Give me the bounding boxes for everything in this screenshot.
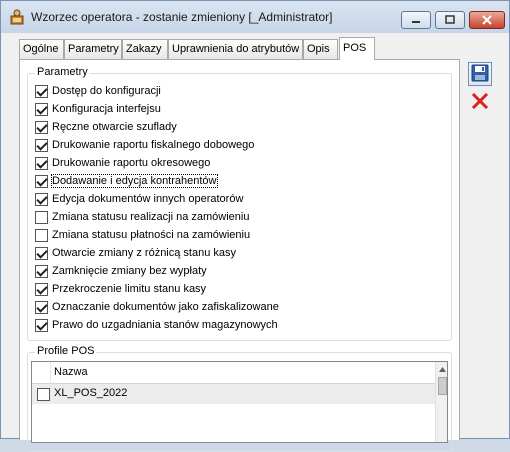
- profile-name: XL_POS_2022: [54, 387, 128, 399]
- checkbox[interactable]: [35, 174, 48, 188]
- checkbox[interactable]: [35, 282, 48, 296]
- checkbox-label: Dodawanie i edycja kontrahentów: [51, 174, 218, 188]
- param-konfiguracja-interfejsu[interactable]: Konfiguracja interfejsu: [35, 101, 161, 117]
- checkbox[interactable]: [35, 102, 48, 116]
- window-title: Wzorzec operatora - zostanie zmieniony […: [31, 10, 333, 24]
- parametry-group-title: Parametry: [35, 66, 90, 78]
- checkbox-label: Zmiana statusu płatności na zamówieniu: [52, 229, 251, 241]
- profile-pos-group-title: Profile POS: [35, 345, 97, 357]
- param-otwarcie-zmiany[interactable]: Otwarcie zmiany z różnicą stanu kasy: [35, 245, 236, 261]
- checkbox-label: Zmiana statusu realizacji na zamówieniu: [52, 211, 250, 223]
- checkbox-label: Edycja dokumentów innych operatorów: [52, 193, 244, 205]
- checkbox[interactable]: [35, 138, 48, 152]
- checkbox-label: Otwarcie zmiany z różnicą stanu kasy: [52, 247, 237, 259]
- param-zamkniecie-zmiany[interactable]: Zamknięcie zmiany bez wypłaty: [35, 263, 207, 279]
- minimize-icon: [402, 12, 430, 28]
- checkbox[interactable]: [35, 120, 48, 134]
- param-raport-okresowy[interactable]: Drukowanie raportu okresowego: [35, 155, 210, 171]
- list-header: Nazwa: [32, 362, 435, 384]
- tab-uprawnienia[interactable]: Uprawnienia do atrybutów: [168, 39, 303, 59]
- cancel-button[interactable]: [468, 90, 492, 114]
- param-edycja-dokumentow[interactable]: Edycja dokumentów innych operatorów: [35, 191, 243, 207]
- checkbox[interactable]: [35, 156, 48, 170]
- checkbox[interactable]: [35, 228, 48, 242]
- cancel-x-icon: [471, 92, 489, 113]
- checkbox[interactable]: [35, 84, 48, 98]
- checkbox-label: Dostęp do konfiguracji: [52, 85, 161, 97]
- profile-pos-list[interactable]: Nazwa XL_POS_2022: [31, 361, 448, 443]
- title-bar[interactable]: Wzorzec operatora - zostanie zmieniony […: [1, 1, 509, 33]
- scroll-up-icon[interactable]: [436, 362, 447, 376]
- checkbox[interactable]: [35, 300, 48, 314]
- param-dodawanie-kontrahentow[interactable]: Dodawanie i edycja kontrahentów: [35, 173, 218, 189]
- checkbox[interactable]: [35, 192, 48, 206]
- tab-parametry[interactable]: Parametry: [64, 39, 122, 59]
- row-checkbox[interactable]: [37, 388, 50, 401]
- checkbox-label: Konfiguracja interfejsu: [52, 103, 161, 115]
- param-uzgadnianie-stanow[interactable]: Prawo do uzgadniania stanów magazynowych: [35, 317, 278, 333]
- column-separator: [50, 362, 51, 384]
- vertical-scrollbar[interactable]: [435, 362, 447, 442]
- param-reczne-otwarcie-szuflady[interactable]: Ręczne otwarcie szuflady: [35, 119, 177, 135]
- save-button[interactable]: [468, 62, 492, 86]
- maximize-button[interactable]: [435, 11, 465, 29]
- pos-tab-panel: Parametry Dostęp do konfiguracji Konfigu…: [19, 59, 460, 452]
- save-disk-icon: [471, 64, 489, 85]
- param-zafiskalizowane[interactable]: Oznaczanie dokumentów jako zafiskalizowa…: [35, 299, 279, 315]
- param-przekroczenie-limitu[interactable]: Przekroczenie limitu stanu kasy: [35, 281, 206, 297]
- tab-pos[interactable]: POS: [339, 37, 375, 60]
- checkbox-label: Drukowanie raportu okresowego: [52, 157, 211, 169]
- column-header-nazwa[interactable]: Nazwa: [54, 366, 88, 378]
- checkbox-label: Przekroczenie limitu stanu kasy: [52, 283, 207, 295]
- close-icon: [470, 12, 504, 28]
- param-status-platnosci[interactable]: Zmiana statusu płatności na zamówieniu: [35, 227, 250, 243]
- operator-template-window: Wzorzec operatora - zostanie zmieniony […: [0, 0, 510, 452]
- app-person-icon: [9, 9, 25, 25]
- checkbox-label: Drukowanie raportu fiskalnego dobowego: [52, 139, 255, 151]
- checkbox-label: Zamknięcie zmiany bez wypłaty: [52, 265, 207, 277]
- minimize-button[interactable]: [401, 11, 431, 29]
- tab-ogolne[interactable]: Ogólne: [19, 39, 64, 59]
- profile-pos-group: Profile POS Nazwa XL_POS_2022: [27, 345, 452, 452]
- param-status-realizacji[interactable]: Zmiana statusu realizacji na zamówieniu: [35, 209, 249, 225]
- checkbox[interactable]: [35, 210, 48, 224]
- parametry-group: Parametry Dostęp do konfiguracji Konfigu…: [27, 66, 452, 341]
- checkbox-label: Prawo do uzgadniania stanów magazynowych: [52, 319, 278, 331]
- scroll-thumb[interactable]: [438, 377, 447, 395]
- param-raport-fiskalny-dobowy[interactable]: Drukowanie raportu fiskalnego dobowego: [35, 137, 254, 153]
- list-row[interactable]: XL_POS_2022: [32, 384, 435, 404]
- checkbox[interactable]: [35, 264, 48, 278]
- param-dostep-konfiguracji[interactable]: Dostęp do konfiguracji: [35, 83, 161, 99]
- checkbox[interactable]: [35, 318, 48, 332]
- maximize-icon: [436, 12, 464, 28]
- checkbox[interactable]: [35, 246, 48, 260]
- tab-opis[interactable]: Opis: [303, 39, 338, 59]
- close-button[interactable]: [469, 11, 505, 29]
- checkbox-label: Oznaczanie dokumentów jako zafiskalizowa…: [52, 301, 279, 313]
- tab-zakazy[interactable]: Zakazy: [122, 39, 168, 59]
- checkbox-label: Ręczne otwarcie szuflady: [52, 121, 177, 133]
